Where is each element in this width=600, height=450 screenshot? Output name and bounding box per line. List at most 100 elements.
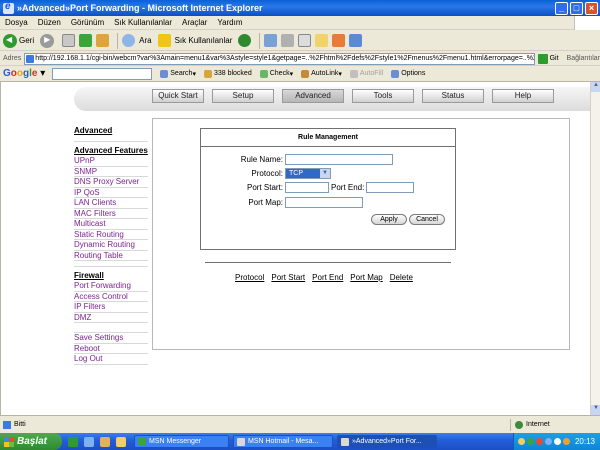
- tab-status[interactable]: Status: [422, 89, 484, 103]
- tray-icon[interactable]: [544, 438, 552, 445]
- google-logo[interactable]: Google ▾: [3, 68, 45, 79]
- tab-quick-start[interactable]: Quick Start: [152, 89, 204, 103]
- tray-icon[interactable]: [535, 438, 543, 445]
- sidebar-item-log-out[interactable]: Log Out: [74, 354, 148, 365]
- sidebar-item-lan-clients[interactable]: LAN Clients: [74, 198, 148, 209]
- links-button[interactable]: Bağlantılar: [567, 55, 600, 62]
- column-port-start[interactable]: Port Start: [271, 273, 305, 282]
- port-end-input[interactable]: [366, 182, 415, 193]
- title-bar: »Advanced»Port Forwarding - Microsoft In…: [0, 0, 600, 16]
- menu-favorites[interactable]: Sık Kullanılanlar: [109, 18, 177, 27]
- nav-tabs: Quick Start Setup Advanced Tools Status …: [152, 89, 562, 103]
- column-port-map[interactable]: Port Map: [350, 273, 382, 282]
- google-search-input[interactable]: [52, 67, 153, 80]
- sidebar-item-ip-qos[interactable]: IP QoS: [74, 188, 148, 198]
- column-delete[interactable]: Delete: [390, 273, 413, 282]
- refresh-icon[interactable]: [79, 34, 93, 47]
- sidebar-item-dmz[interactable]: DMZ: [74, 313, 148, 323]
- sidebar-item-dynamic-routing[interactable]: Dynamic Routing: [74, 240, 148, 251]
- quick-launch-ie-icon[interactable]: [84, 436, 94, 447]
- messenger-icon[interactable]: [332, 34, 346, 47]
- sidebar-item-routing-table[interactable]: Routing Table: [74, 251, 148, 261]
- rule-name-input[interactable]: [285, 154, 393, 165]
- favorites-button[interactable]: Sık Kullanılanlar: [157, 34, 232, 47]
- task-msn-messenger[interactable]: MSN Messenger: [134, 435, 229, 448]
- protocol-select[interactable]: TCP ▼: [285, 168, 331, 179]
- home-icon[interactable]: [96, 34, 110, 47]
- options-button[interactable]: Options: [391, 69, 425, 78]
- taskbar: Başlat MSN Messenger MSN Hotmail - Mesa.…: [0, 433, 600, 450]
- tab-tools[interactable]: Tools: [352, 89, 414, 103]
- quick-launch-msn-icon[interactable]: [68, 436, 78, 447]
- sidebar-item-ip-filters[interactable]: IP Filters: [74, 302, 148, 313]
- quick-launch-folder-icon[interactable]: [116, 436, 126, 447]
- spell-check-button[interactable]: Check ▾: [259, 69, 293, 78]
- rule-management-title: Rule Management: [298, 134, 358, 141]
- tab-setup[interactable]: Setup: [212, 89, 274, 103]
- autofill-button[interactable]: AutoFill: [349, 69, 384, 78]
- menu-edit[interactable]: Düzen: [33, 18, 66, 27]
- cancel-button[interactable]: Cancel: [409, 214, 445, 225]
- discuss-icon[interactable]: [315, 34, 329, 47]
- column-protocol[interactable]: Protocol: [235, 273, 264, 282]
- print-icon[interactable]: [281, 34, 295, 47]
- minimize-button[interactable]: _: [555, 1, 568, 15]
- quick-launch-desktop-icon[interactable]: [100, 436, 110, 447]
- menu-file[interactable]: Dosya: [0, 18, 33, 27]
- sidebar-item-port-forwarding[interactable]: Port Forwarding: [74, 281, 148, 292]
- sidebar-item-save-settings[interactable]: Save Settings: [74, 333, 148, 344]
- sidebar-item-multicast[interactable]: Multicast: [74, 219, 148, 230]
- address-input[interactable]: http://192.168.1.1/cgi-bin/webcm?var%3Am…: [24, 52, 535, 65]
- port-map-row: Port Map:: [221, 197, 363, 208]
- menu-tools[interactable]: Araçlar: [177, 18, 212, 27]
- sidebar-item-upnp[interactable]: UPnP: [74, 156, 148, 167]
- google-search-label: Search: [170, 70, 193, 77]
- popup-blocker-button[interactable]: 338 blocked: [203, 69, 252, 78]
- sidebar-item-dns-proxy[interactable]: DNS Proxy Server: [74, 177, 148, 188]
- sidebar-item-access-control[interactable]: Access Control: [74, 292, 148, 302]
- tab-advanced[interactable]: Advanced: [282, 89, 344, 103]
- back-button[interactable]: Geri: [3, 33, 34, 48]
- tab-help[interactable]: Help: [492, 89, 554, 103]
- edit-icon[interactable]: [298, 34, 312, 47]
- toolbar-separator: [259, 32, 261, 49]
- search-icon: [122, 34, 136, 47]
- close-button[interactable]: ×: [585, 1, 598, 15]
- google-search-button[interactable]: Search ▾: [160, 69, 196, 78]
- tray-icon[interactable]: [562, 438, 570, 445]
- autofill-label: AutoFill: [359, 70, 384, 77]
- media-icon[interactable]: [238, 34, 252, 47]
- sidebar-item-reboot[interactable]: Reboot: [74, 344, 148, 354]
- search-button[interactable]: Ara: [122, 34, 152, 47]
- port-start-input[interactable]: [285, 182, 329, 193]
- rule-management-panel: Rule Management Rule Name: Protocol: TCP…: [200, 128, 456, 250]
- sidebar-item-snmp[interactable]: SNMP: [74, 167, 148, 177]
- go-button[interactable]: Git: [537, 53, 559, 64]
- task-msn-hotmail[interactable]: MSN Hotmail - Mesa...: [233, 435, 333, 448]
- stop-icon[interactable]: [62, 34, 76, 47]
- rule-name-label: Rule Name:: [240, 155, 283, 164]
- sidebar-item-mac-filters[interactable]: MAC Filters: [74, 209, 148, 219]
- menu-view[interactable]: Görünüm: [66, 18, 109, 27]
- column-port-end[interactable]: Port End: [312, 273, 343, 282]
- start-button[interactable]: Başlat: [0, 433, 62, 450]
- port-map-input[interactable]: [285, 197, 363, 208]
- forward-button[interactable]: [40, 33, 56, 48]
- task-label: MSN Messenger: [149, 438, 202, 445]
- search-icon: [160, 69, 169, 78]
- sidebar-item-static-routing[interactable]: Static Routing: [74, 230, 148, 240]
- apply-button[interactable]: Apply: [371, 214, 407, 225]
- tray-icon[interactable]: [526, 438, 534, 445]
- menu-bar: Dosya Düzen Görünüm Sık Kullanılanlar Ar…: [0, 15, 600, 30]
- menu-help[interactable]: Yardım: [212, 18, 247, 27]
- autolink-button[interactable]: AutoLink ▾: [301, 69, 342, 78]
- sidebar-heading-advanced[interactable]: Advanced: [74, 126, 148, 136]
- research-icon[interactable]: [349, 34, 363, 47]
- tray-icon[interactable]: [553, 438, 561, 445]
- address-bar: Adres http://192.168.1.1/cgi-bin/webcm?v…: [0, 52, 600, 66]
- vertical-scrollbar[interactable]: [590, 82, 600, 415]
- task-port-forwarding[interactable]: »Advanced»Port For...: [337, 435, 437, 448]
- maximize-button[interactable]: □: [570, 1, 583, 15]
- tray-icon[interactable]: [517, 438, 525, 445]
- mail-icon[interactable]: [264, 34, 278, 47]
